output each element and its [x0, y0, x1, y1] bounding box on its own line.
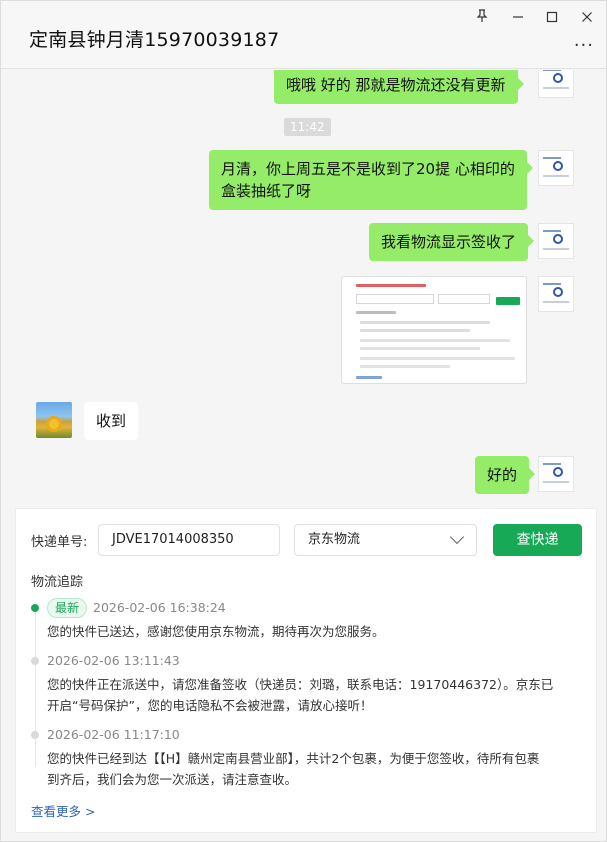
message-text: 盒装抽纸了呀 — [221, 182, 312, 200]
timeline-dot-latest — [31, 604, 39, 612]
chat-title: 定南县钟月清15970039187 — [29, 29, 280, 51]
message-bubble[interactable]: 我看物流显示签收了 — [369, 223, 535, 261]
minimize-icon[interactable] — [507, 9, 529, 29]
title-bar: 定南县钟月清15970039187 ··· — [1, 1, 606, 69]
message-bubble[interactable]: 月清，你上周五是不是收到了20提 心相印的 盒装抽纸了呀 — [209, 150, 533, 210]
tracking-number-input[interactable]: JDVE17014008350 — [98, 524, 280, 556]
event-line: 到齐后，我们会为您一次派送，请注意查收。 — [47, 772, 298, 787]
timeline-dot — [31, 731, 39, 739]
view-more-link[interactable]: 查看更多 > — [31, 801, 95, 820]
my-avatar[interactable] — [538, 70, 574, 98]
latest-badge: 最新 — [47, 598, 88, 618]
timeline-line — [35, 609, 36, 767]
carrier-select-value: 京东物流 — [308, 532, 361, 547]
message-list[interactable]: 哦哦 好的 那就是物流还没有更新 11:42 月清，你上周五是不是收到了20提 … — [1, 70, 606, 508]
logistics-tracking-title: 物流追踪 — [31, 575, 84, 590]
event-time: 2026-02-06 11:17:10 — [47, 727, 180, 742]
message-bubble[interactable]: 收到 — [84, 402, 139, 440]
message-text: 月清，你上周五是不是收到了20提 心相印的 — [221, 160, 515, 178]
my-avatar[interactable] — [538, 456, 574, 492]
event-line: 开启“号码保护”，您的电话隐私不会被泄露，请放心接听！ — [47, 698, 373, 713]
event-time: 2026-02-06 13:11:43 — [47, 653, 180, 668]
message-bubble[interactable]: 好的 — [475, 456, 536, 494]
tracking-panel: 快递单号: JDVE17014008350 京东物流 查快递 物流追踪 最新 2… — [15, 508, 597, 833]
my-avatar[interactable] — [538, 150, 574, 186]
my-avatar[interactable] — [538, 276, 574, 312]
event-time: 2026-02-06 16:38:24 — [93, 600, 226, 615]
query-tracking-button[interactable]: 查快递 — [493, 524, 582, 556]
my-avatar[interactable] — [538, 223, 574, 259]
message-text: 哦哦 好的 那就是物流还没有更新 — [286, 76, 506, 94]
event-line: 您的快件已送达，感谢您使用京东物流，期待再次为您服务。 — [47, 624, 385, 639]
event-line: 您的快件已经到达【【H】赣州定南县营业部】，共计2个包裹，为便于您签收，待所有包… — [47, 751, 540, 766]
event-description: 您的快件正在派送中，请您准备签收（快递员：刘璐，联系电话：19170446372… — [47, 674, 587, 716]
close-icon[interactable] — [576, 9, 598, 29]
event-description: 您的快件已经到达【【H】赣州定南县营业部】，共计2个包裹，为便于您签收，待所有包… — [47, 748, 587, 790]
image-message-thumbnail[interactable] — [341, 276, 527, 384]
message-text: 好的 — [487, 466, 518, 484]
pin-icon[interactable] — [471, 9, 493, 29]
maximize-icon[interactable] — [541, 9, 563, 29]
contact-avatar[interactable] — [36, 402, 72, 438]
timeline-dot — [31, 657, 39, 665]
more-icon[interactable]: ··· — [574, 35, 594, 56]
message-text: 收到 — [96, 412, 127, 430]
timestamp-chip: 11:42 — [284, 118, 331, 136]
event-line: 您的快件正在派送中，请您准备签收（快递员：刘璐，联系电话：19170446372… — [47, 677, 554, 692]
chat-window: 定南县钟月清15970039187 ··· 哦哦 好的 那就是物流还没有更新 1… — [0, 0, 607, 842]
tracking-number-label: 快递单号: — [31, 535, 88, 550]
carrier-select[interactable]: 京东物流 — [294, 524, 477, 556]
message-bubble[interactable]: 哦哦 好的 那就是物流还没有更新 — [274, 70, 524, 104]
event-description: 您的快件已送达，感谢您使用京东物流，期待再次为您服务。 — [47, 621, 587, 642]
chevron-down-icon — [449, 529, 465, 545]
message-text: 我看物流显示签收了 — [381, 233, 517, 251]
